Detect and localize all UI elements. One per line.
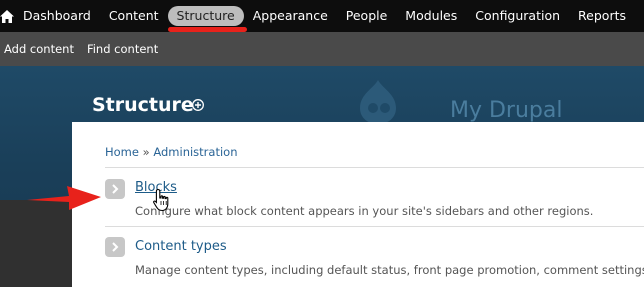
toolbar-content[interactable]: Content: [100, 6, 168, 26]
content-types-description: Manage content types, including default …: [135, 263, 644, 277]
toolbar-people[interactable]: People: [337, 6, 397, 26]
divider: [105, 167, 644, 168]
drupal-logo: [360, 80, 396, 124]
left-strip: [0, 200, 72, 287]
shortcut-bar: Add content Find content: [0, 32, 644, 66]
toolbar-modules[interactable]: Modules: [396, 6, 466, 26]
toolbar-appearance[interactable]: Appearance: [244, 6, 337, 26]
chevron-right-icon[interactable]: [105, 179, 125, 199]
breadcrumb-home[interactable]: Home: [105, 145, 139, 159]
toolbar-reports[interactable]: Reports: [569, 6, 635, 26]
hand-pointer-icon: [153, 188, 169, 212]
plus-circle-icon[interactable]: [192, 99, 204, 111]
toolbar-help[interactable]: He: [635, 6, 644, 26]
toolbar-dashboard[interactable]: Dashboard: [14, 6, 100, 26]
toolbar-structure[interactable]: Structure: [167, 6, 244, 26]
annotation-arrow-icon: [27, 186, 101, 210]
site-name[interactable]: My Drupal: [450, 98, 562, 123]
breadcrumb-administration[interactable]: Administration: [153, 145, 237, 159]
page-title: Structure: [92, 94, 194, 116]
blocks-description: Configure what block content appears in …: [135, 204, 594, 218]
toolbar-configuration[interactable]: Configuration: [466, 6, 569, 26]
content-types-link[interactable]: Content types: [135, 239, 227, 254]
divider: [105, 226, 644, 227]
admin-toolbar: Dashboard Content Structure Appearance P…: [0, 0, 644, 32]
chevron-right-icon[interactable]: [105, 237, 125, 257]
shortcut-add-content[interactable]: Add content: [4, 42, 74, 56]
shortcut-find-content[interactable]: Find content: [87, 42, 158, 56]
breadcrumb: Home » Administration: [105, 145, 237, 159]
home-icon[interactable]: [0, 0, 14, 32]
breadcrumb-separator: »: [142, 145, 150, 159]
